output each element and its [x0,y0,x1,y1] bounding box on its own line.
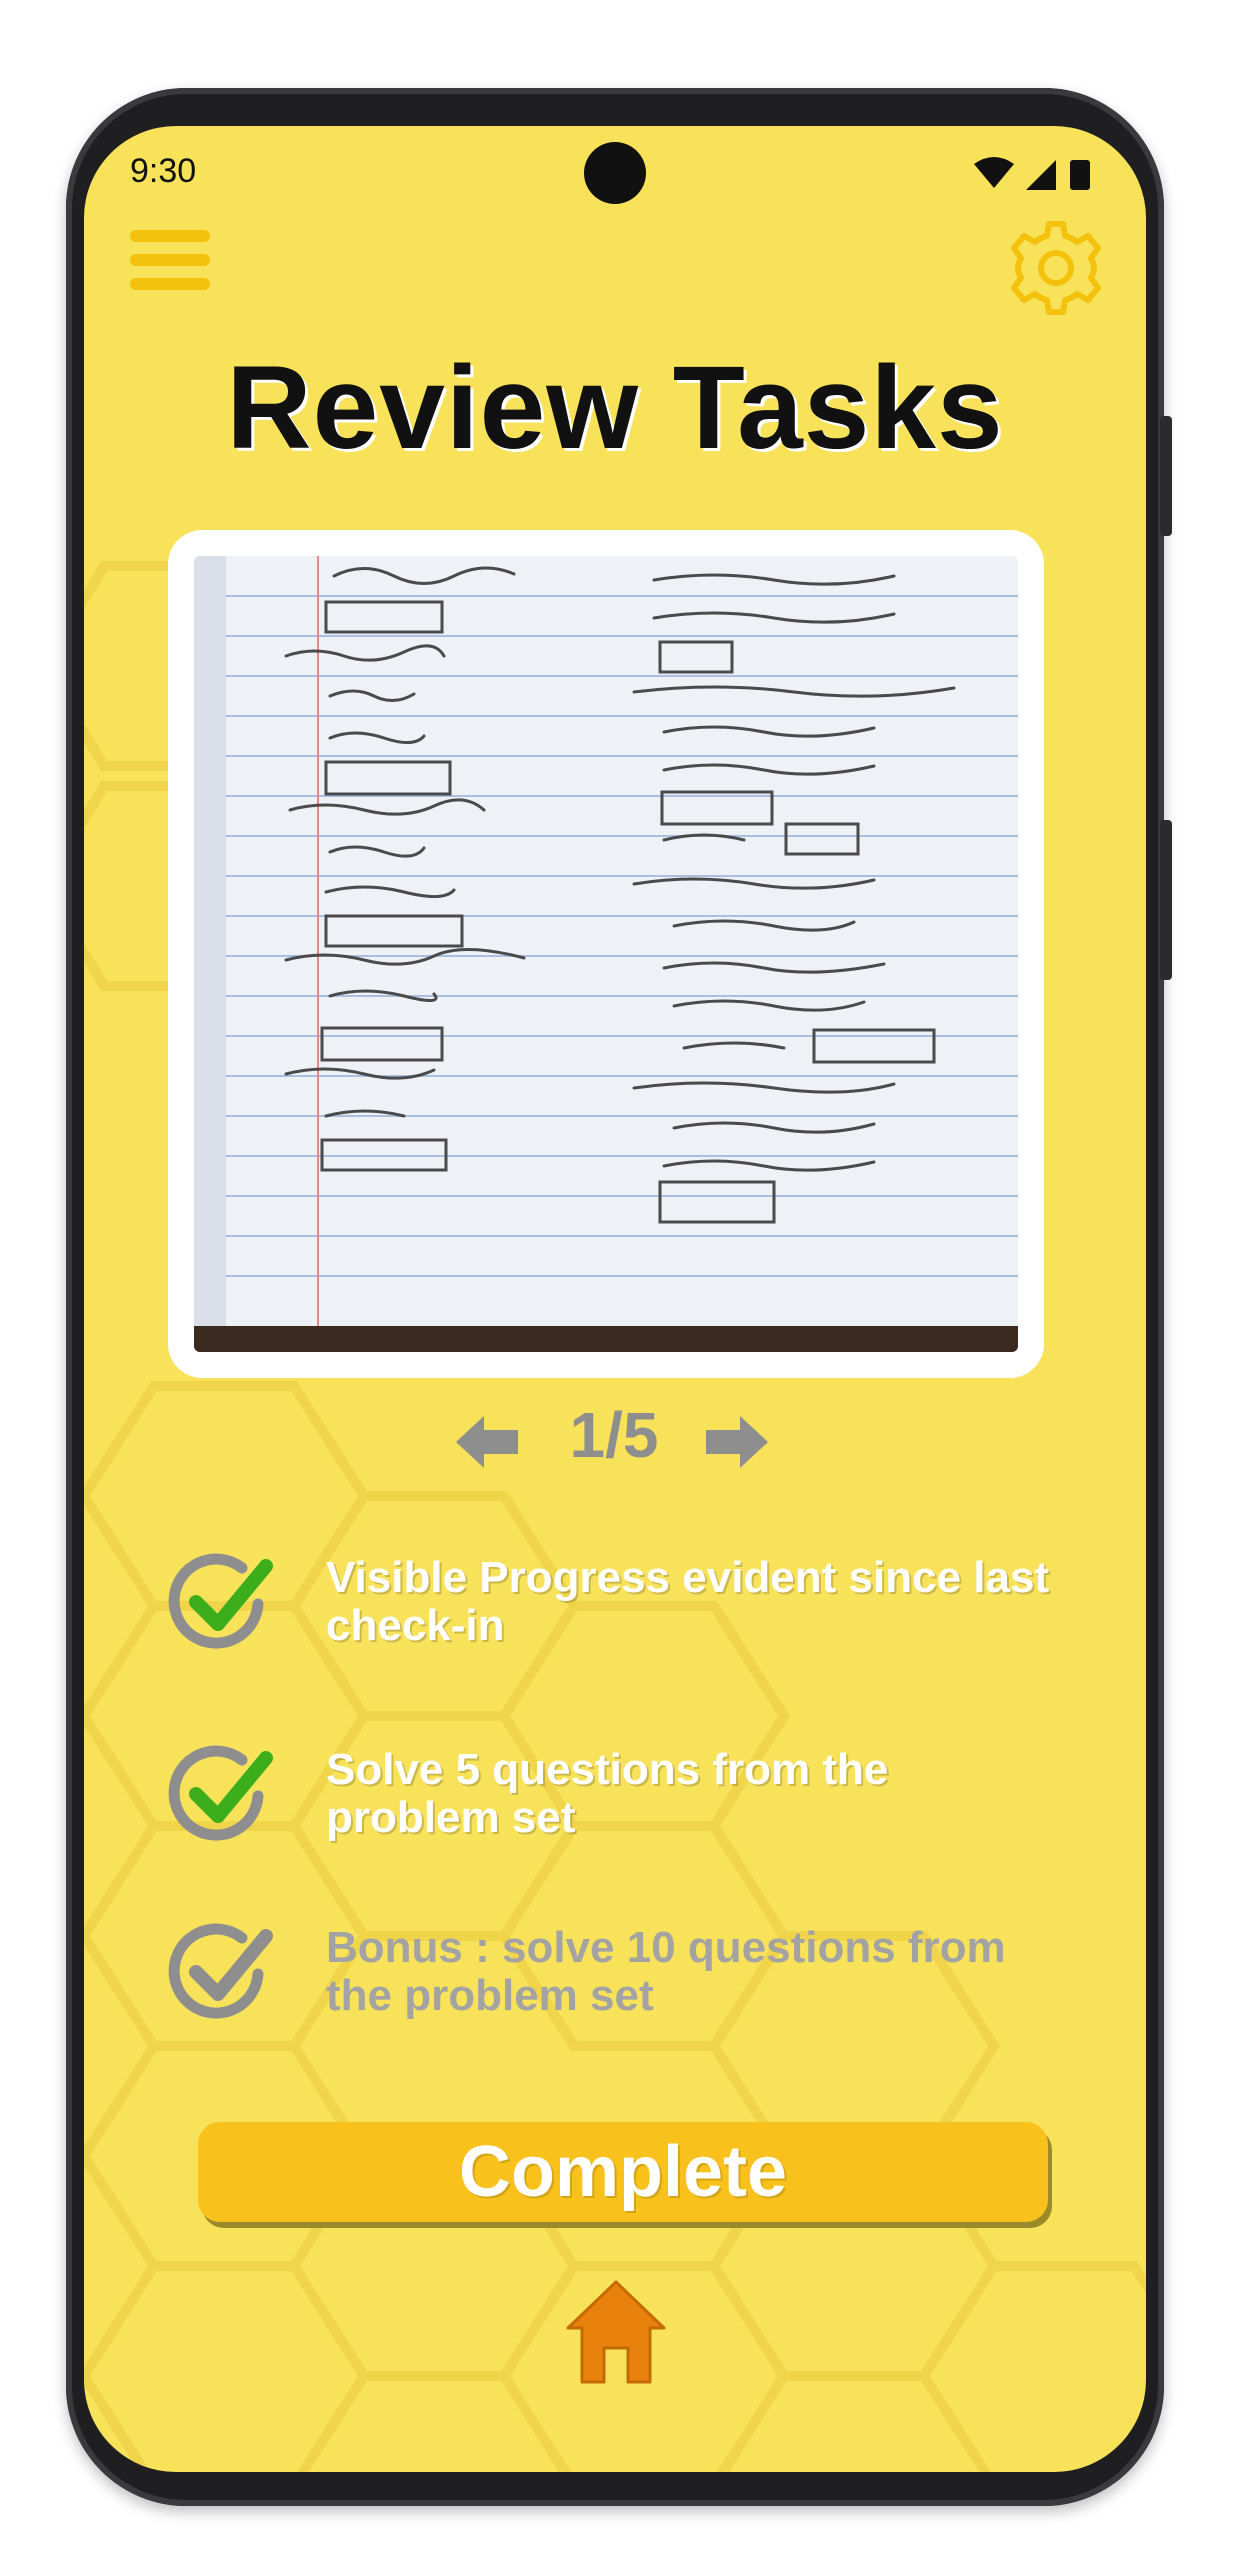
status-time: 9:30 [130,152,197,190]
page-title: Review Tasks [226,342,1004,474]
task-label: Visible Progress evident since last chec… [326,1553,1050,1650]
arrow-right-icon[interactable] [702,1414,768,1470]
pager-label: 1/5 [569,1399,659,1471]
task-label: Solve 5 questions from the problem set [326,1745,889,1842]
unchecked-circle-icon[interactable] [162,1916,278,2032]
power-button [1160,416,1172,536]
complete-button[interactable]: Complete [198,2122,1048,2222]
app-screen: 9:30 Review Tasks 1/5 Visible Progress e… [84,126,1146,2472]
front-camera [584,142,646,204]
task-item-bonus: Bonus : solve 10 questions from the prob… [162,1916,1082,2036]
hamburger-menu-icon[interactable] [130,230,210,290]
signal-icon [1026,160,1056,190]
checked-circle-icon[interactable] [162,1546,278,1662]
wifi-icon [974,157,1014,188]
homework-photo[interactable] [194,556,1018,1352]
home-icon[interactable] [566,2278,666,2386]
task-label: Bonus : solve 10 questions from the prob… [326,1923,1006,2020]
arrow-left-icon[interactable] [456,1414,522,1470]
battery-icon [1070,160,1090,190]
volume-button [1160,820,1172,980]
status-icons [974,157,1090,190]
task-item-solve-5: Solve 5 questions from the problem set [162,1738,1082,1858]
photo-pager: 1/5 [84,1386,1146,1496]
checked-circle-icon[interactable] [162,1738,278,1854]
photo-card [168,530,1044,1378]
task-item-progress: Visible Progress evident since last chec… [162,1546,1082,1666]
gear-icon[interactable] [1006,218,1106,318]
